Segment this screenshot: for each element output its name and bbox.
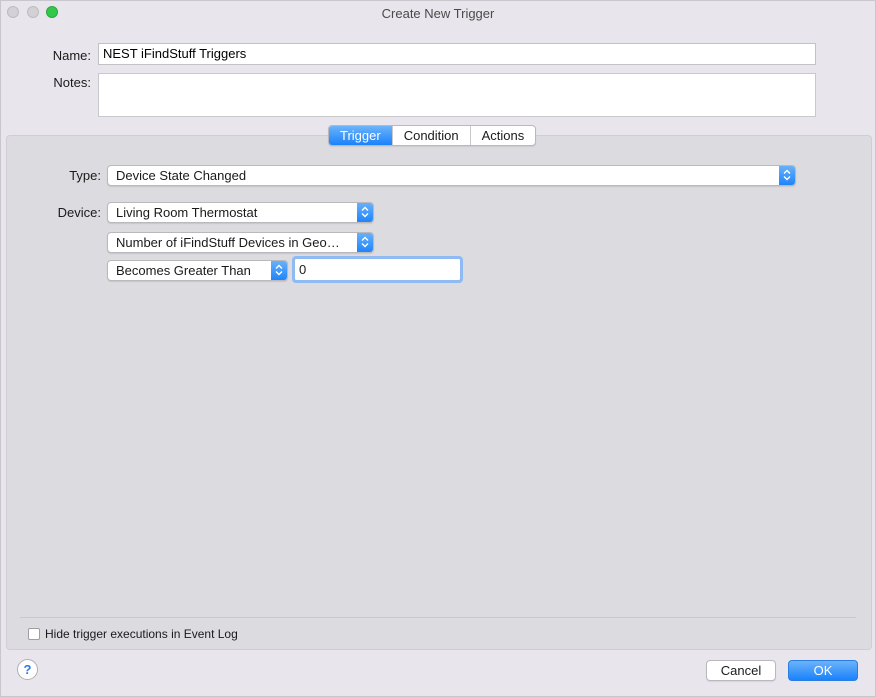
chevron-updown-icon <box>271 261 287 280</box>
hide-executions-label[interactable]: Hide trigger executions in Event Log <box>45 627 238 641</box>
device-popup[interactable]: Living Room Thermostat <box>107 202 374 223</box>
device-state-popup[interactable]: Number of iFindStuff Devices in Geo… <box>107 232 374 253</box>
tab-trigger[interactable]: Trigger <box>329 126 392 145</box>
title-bar: Create New Trigger <box>1 1 875 25</box>
window-title: Create New Trigger <box>381 6 495 21</box>
comparison-popup-value: Becomes Greater Than <box>116 263 251 278</box>
notes-label: Notes: <box>53 75 91 90</box>
device-popup-value: Living Room Thermostat <box>116 205 258 220</box>
hide-executions-checkbox[interactable] <box>28 628 40 640</box>
create-trigger-window: Create New Trigger Name: NEST iFindStuff… <box>0 0 876 697</box>
comparison-popup[interactable]: Becomes Greater Than <box>107 260 288 281</box>
footer-divider <box>20 617 856 618</box>
type-label: Type: <box>69 168 101 183</box>
notes-field[interactable] <box>98 73 816 117</box>
type-popup[interactable]: Device State Changed <box>107 165 796 186</box>
threshold-value-field[interactable]: 0 <box>292 256 463 283</box>
tab-actions[interactable]: Actions <box>469 126 536 145</box>
tab-bar: Trigger Condition Actions <box>328 125 537 146</box>
ok-button[interactable]: OK <box>788 660 858 681</box>
device-label: Device: <box>57 205 101 220</box>
tab-condition[interactable]: Condition <box>391 126 470 145</box>
type-popup-value: Device State Changed <box>116 168 247 183</box>
device-state-popup-value: Number of iFindStuff Devices in Geo… <box>116 235 340 250</box>
zoom-window-button[interactable] <box>46 6 58 18</box>
close-window-button[interactable] <box>7 6 19 18</box>
cancel-button[interactable]: Cancel <box>706 660 776 681</box>
chevron-updown-icon <box>357 203 373 222</box>
chevron-updown-icon <box>779 166 795 185</box>
minimize-window-button[interactable] <box>27 6 39 18</box>
name-label: Name: <box>52 48 91 63</box>
name-field[interactable]: NEST iFindStuff Triggers <box>98 43 816 65</box>
chevron-updown-icon <box>357 233 373 252</box>
help-button[interactable]: ? <box>17 659 38 680</box>
